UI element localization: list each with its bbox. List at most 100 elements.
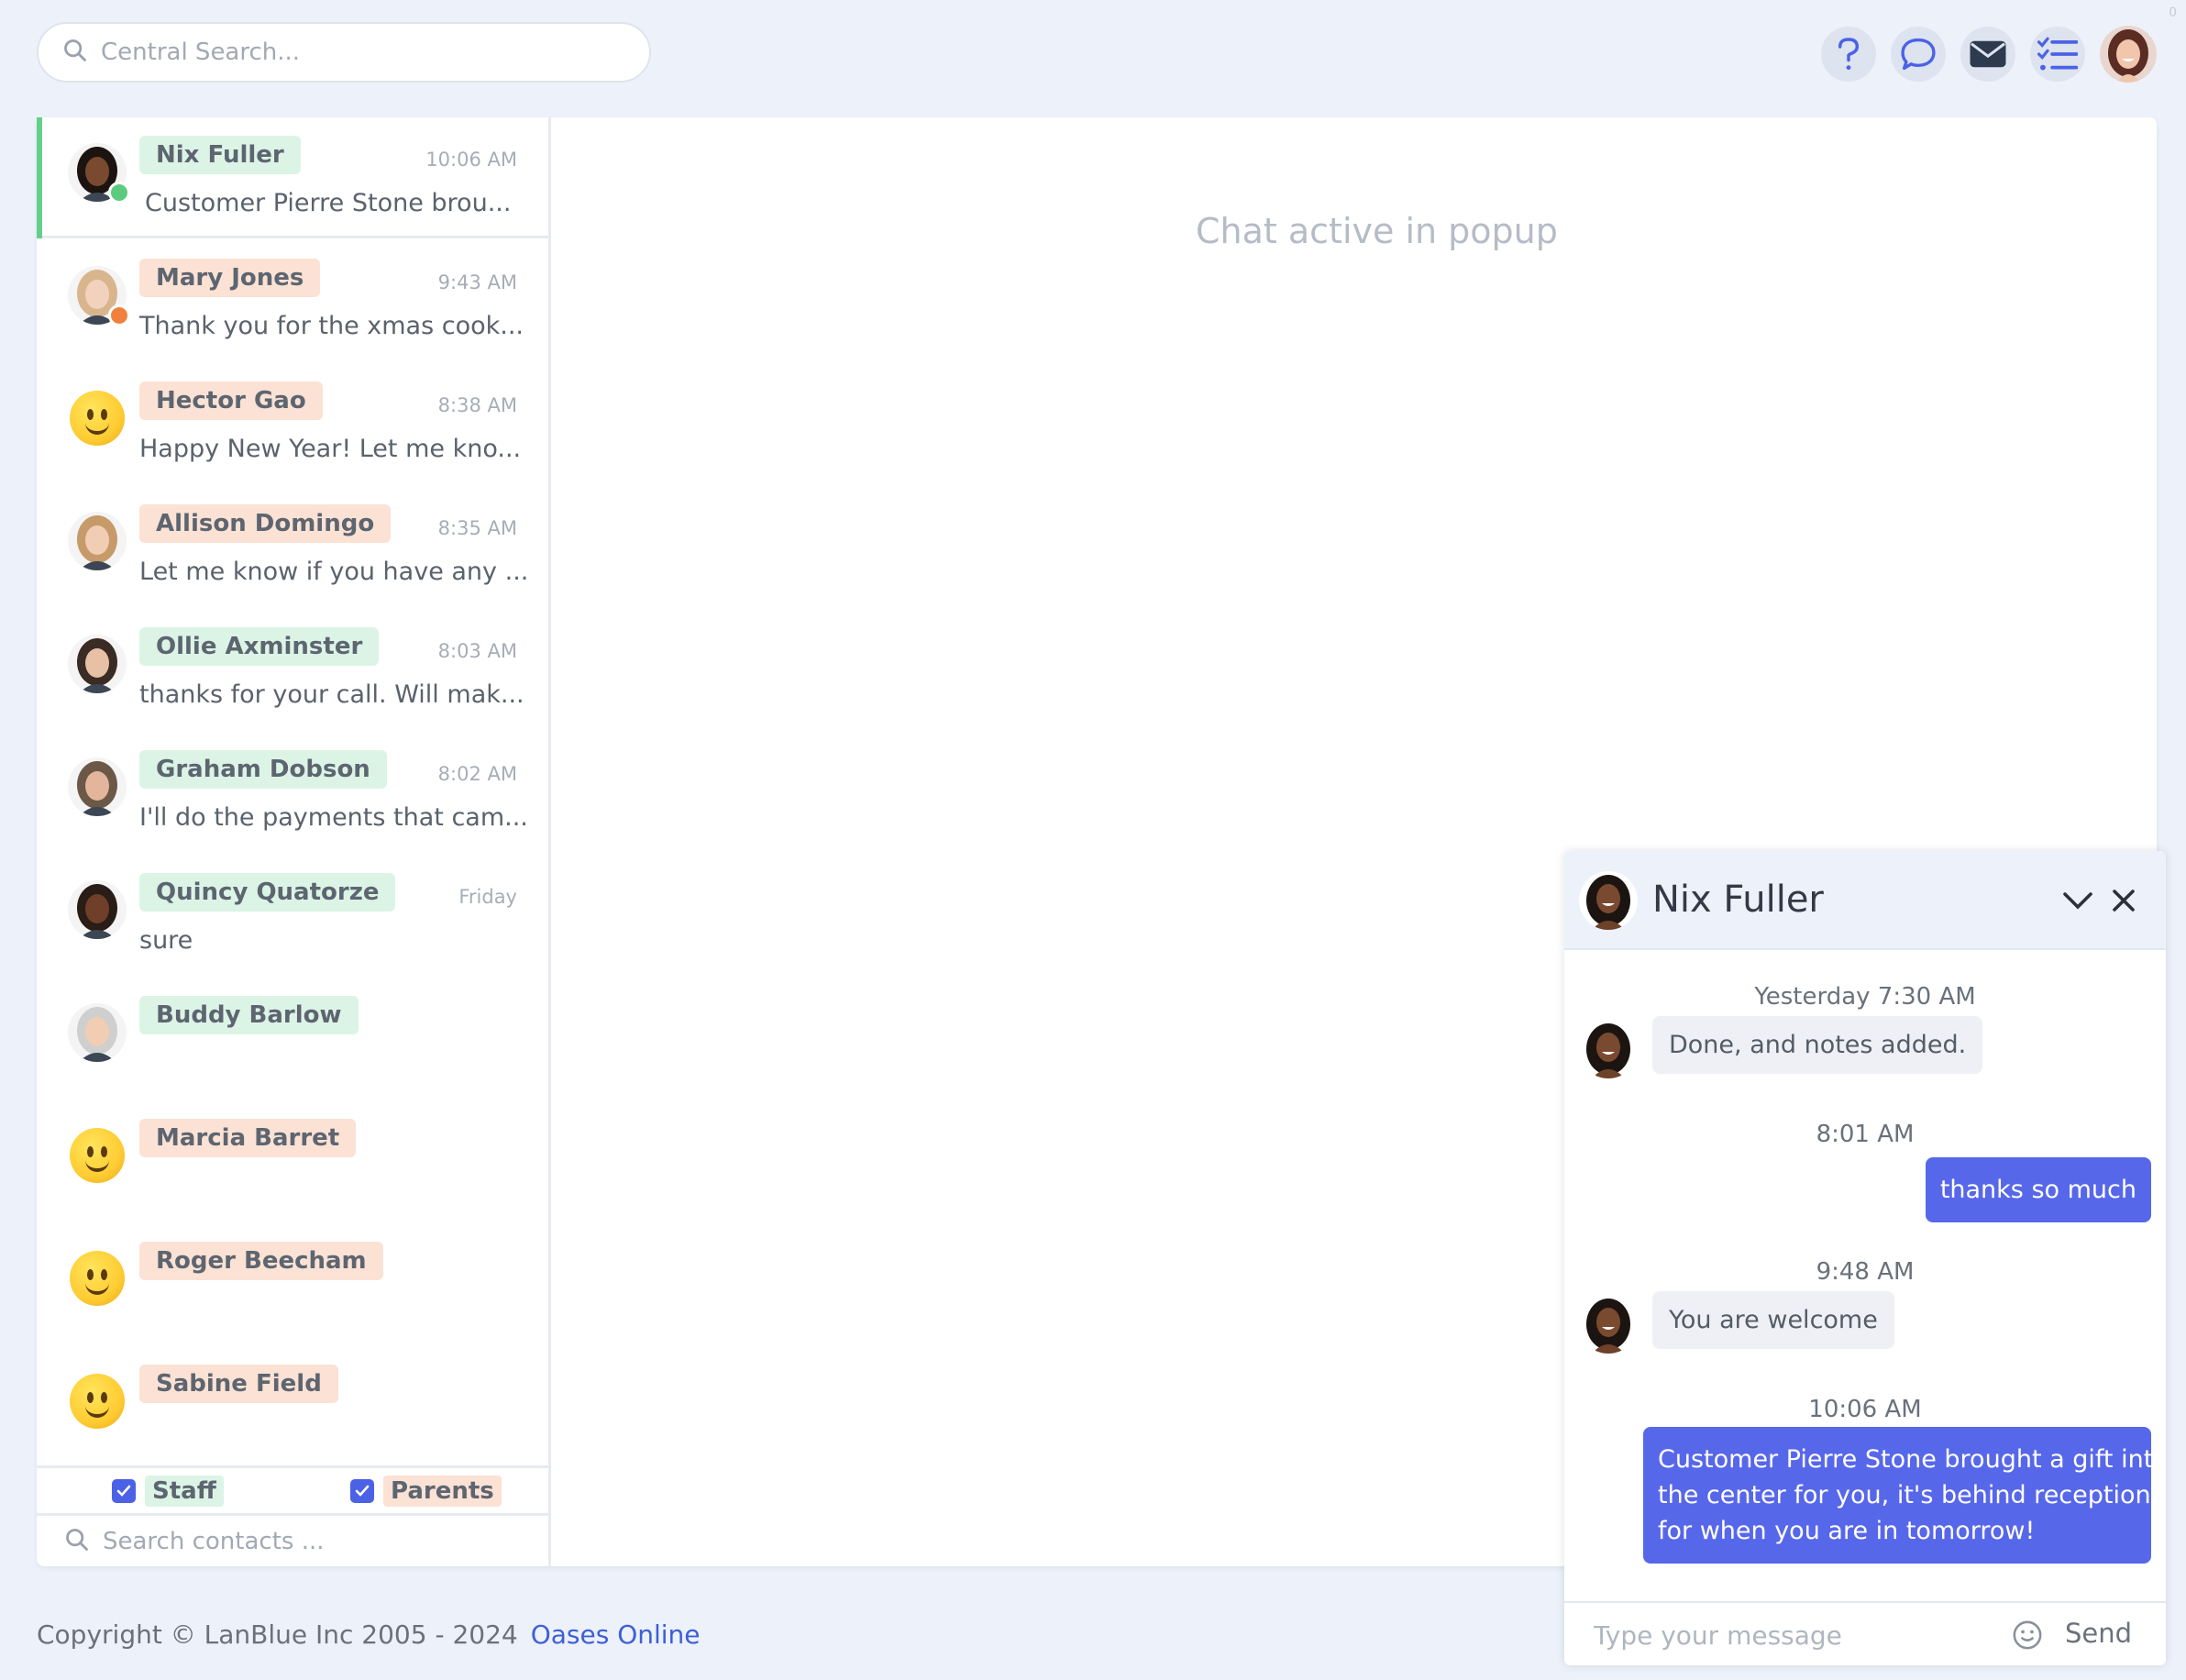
- chat-popup-title: Nix Fuller: [1652, 879, 1824, 921]
- contact-avatar: [68, 635, 127, 693]
- contact-avatar: [68, 512, 127, 570]
- message-line: Customer Pierre Stone brought a gift int…: [1658, 1445, 2166, 1474]
- contact-message-preview: I'll do the payments that cam...: [139, 803, 528, 832]
- contact-item[interactable]: Roger Beecham: [37, 1223, 548, 1344]
- parents-checkbox[interactable]: [350, 1479, 374, 1503]
- emoji-icon[interactable]: [2012, 1619, 2043, 1651]
- user-avatar[interactable]: [2100, 26, 2157, 83]
- message-timestamp: Yesterday 7:30 AM: [1754, 983, 1976, 1011]
- contact-avatar: [68, 266, 130, 326]
- incoming-message: You are welcome: [1652, 1291, 1894, 1349]
- chat-bubble-icon[interactable]: [1891, 27, 1946, 82]
- contact-item[interactable]: Marcia Barret: [37, 1100, 548, 1221]
- smiley-icon: [70, 1128, 125, 1183]
- contact-item[interactable]: Mary Jones 9:43 AM Thank you for the xmas …: [37, 240, 548, 361]
- contact-time: Friday: [458, 886, 517, 908]
- contact-avatar: [68, 757, 127, 816]
- contact-search[interactable]: [37, 1513, 548, 1566]
- parents-filter[interactable]: Parents: [350, 1476, 502, 1507]
- smiley-icon: [70, 1374, 125, 1429]
- contact-name: Hector Gao: [139, 381, 323, 420]
- minimize-chevron-icon[interactable]: [2059, 882, 2096, 919]
- contact-message-preview: Thank you for the xmas cook...: [139, 312, 524, 340]
- notification-count: 0: [2169, 6, 2177, 20]
- copyright-text: Copyright © LanBlue Inc 2005 - 2024: [37, 1619, 518, 1650]
- message-timestamp: 10:06 AM: [1808, 1396, 1922, 1423]
- chat-popup: Nix Fuller Yesterday 7:30 AM Done, and n…: [1564, 851, 2166, 1665]
- checklist-icon[interactable]: [2030, 27, 2085, 82]
- filter-row: Staff Parents: [37, 1465, 548, 1514]
- chat-active-notice: Chat active in popup: [1196, 211, 1558, 251]
- contact-avatar: [68, 880, 127, 939]
- contact-message-preview: Customer Pierre Stone brou...: [145, 189, 512, 217]
- contact-item[interactable]: Allison Domingo 8:35 AM Let me know if you…: [37, 486, 548, 607]
- central-search[interactable]: [37, 22, 651, 83]
- contact-name: Mary Jones: [139, 259, 321, 297]
- contact-name: Ollie Axminster: [139, 627, 380, 666]
- contact-avatar: [68, 1372, 127, 1431]
- search-icon: [62, 38, 88, 67]
- parents-label: Parents: [383, 1476, 502, 1507]
- close-icon[interactable]: [2105, 882, 2142, 919]
- contact-time: 9:43 AM: [437, 271, 517, 293]
- contact-item[interactable]: Buddy Barlow: [37, 978, 548, 1099]
- message-timestamp: 8:01 AM: [1816, 1121, 1915, 1148]
- outgoing-message: Customer Pierre Stone brought a gift int…: [1643, 1427, 2166, 1564]
- header-toolbar: [1821, 26, 2157, 83]
- sender-avatar: [1579, 1020, 1638, 1078]
- message-composer: Send: [1564, 1601, 2166, 1665]
- contact-search-input[interactable]: [101, 1526, 526, 1556]
- contact-time: 8:38 AM: [437, 394, 517, 416]
- contact-message-preview: Happy New Year! Let me kno...: [139, 435, 522, 463]
- contact-name: Sabine Field: [139, 1365, 338, 1403]
- chat-partner-avatar: [1579, 871, 1638, 930]
- help-icon[interactable]: [1821, 27, 1876, 82]
- contact-time: 8:03 AM: [437, 640, 517, 662]
- contact-avatar: [68, 1126, 127, 1185]
- contact-time: 10:06 AM: [425, 149, 517, 171]
- incoming-message: Done, and notes added.: [1652, 1016, 1983, 1074]
- smiley-icon: [70, 1251, 125, 1306]
- central-search-input[interactable]: [99, 38, 616, 67]
- envelope-icon[interactable]: [1960, 27, 2015, 82]
- search-icon: [64, 1527, 90, 1556]
- message-timestamp: 9:48 AM: [1816, 1258, 1915, 1286]
- contact-item[interactable]: Ollie Axminster 8:03 AM thanks for your ca…: [37, 609, 548, 730]
- smiley-icon: [70, 391, 125, 446]
- staff-label: Staff: [145, 1476, 224, 1507]
- contact-avatar: [68, 389, 127, 448]
- contact-avatar: [68, 1249, 127, 1308]
- contact-item[interactable]: Quincy Quatorze Friday sure: [37, 855, 548, 976]
- contact-time: 8:02 AM: [437, 763, 517, 785]
- oases-online-link[interactable]: Oases Online: [531, 1619, 701, 1650]
- contact-name: Quincy Quatorze: [139, 873, 396, 912]
- message-input[interactable]: [1592, 1616, 1999, 1654]
- sender-avatar: [1579, 1295, 1638, 1354]
- contact-message-preview: sure: [139, 926, 193, 955]
- contact-name: Graham Dobson: [139, 750, 387, 789]
- send-button[interactable]: Send: [2065, 1618, 2132, 1649]
- outgoing-message: thanks so much: [1925, 1157, 2151, 1222]
- contact-avatar: [68, 1003, 127, 1062]
- contact-avatar: [68, 143, 130, 204]
- contact-name: Marcia Barret: [139, 1119, 357, 1157]
- contact-name: Buddy Barlow: [139, 996, 359, 1034]
- contact-item[interactable]: Sabine Field: [37, 1346, 548, 1467]
- contact-message-preview: thanks for your call. Will mak...: [139, 680, 524, 709]
- message-line: the center for you, it's behind receptio…: [1658, 1481, 2151, 1509]
- contact-item[interactable]: Graham Dobson 8:02 AM I'll do the payments…: [37, 732, 548, 853]
- contact-name: Roger Beecham: [139, 1242, 383, 1280]
- staff-checkbox[interactable]: [112, 1479, 136, 1503]
- contact-time: 8:35 AM: [437, 517, 517, 539]
- contact-item[interactable]: Hector Gao 8:38 AM Happy New Year! Let me …: [37, 363, 548, 484]
- chat-popup-header: Nix Fuller: [1564, 851, 2166, 950]
- presence-status-dot: [108, 182, 130, 204]
- staff-filter[interactable]: Staff: [112, 1476, 224, 1507]
- contact-name: Nix Fuller: [139, 136, 301, 174]
- contact-name: Allison Domingo: [139, 504, 392, 543]
- contact-item[interactable]: Nix Fuller 10:06 AM Customer Pierre Stone …: [37, 117, 548, 238]
- presence-status-dot: [108, 304, 130, 326]
- contact-list: Nix Fuller 10:06 AM Customer Pierre Stone …: [37, 117, 551, 1566]
- footer: Copyright © LanBlue Inc 2005 - 2024 Oases…: [37, 1619, 701, 1650]
- contact-message-preview: Let me know if you have any ...: [139, 558, 529, 586]
